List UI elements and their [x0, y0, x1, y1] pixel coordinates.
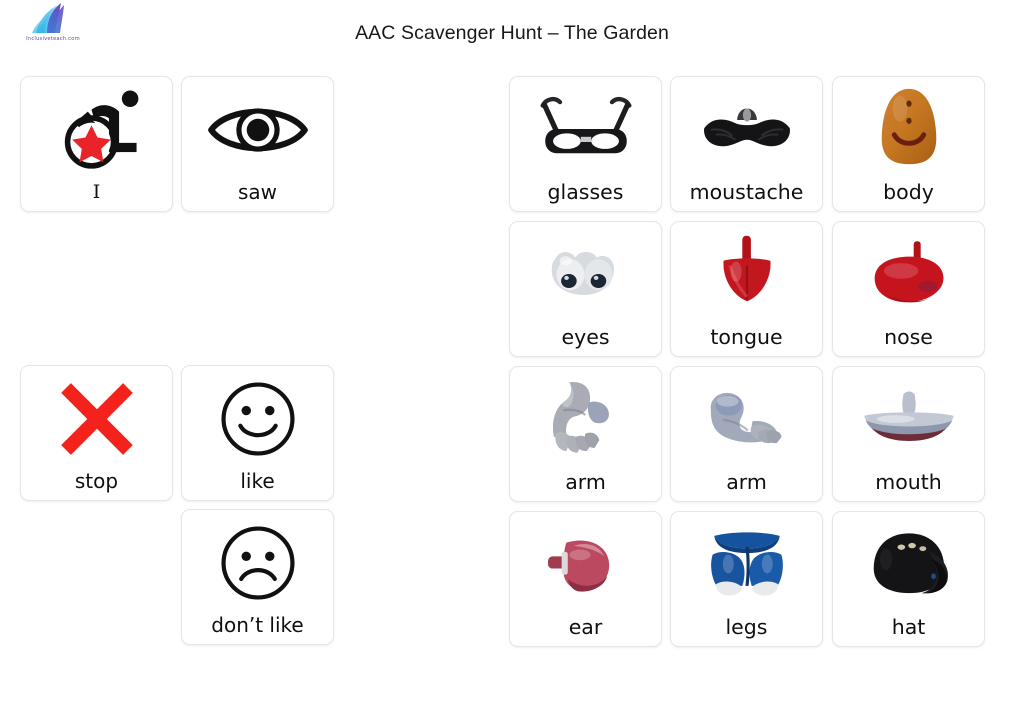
symbol-card-label: saw [237, 180, 278, 204]
object-card-label: mouth [875, 469, 942, 494]
object-card-label: legs [725, 614, 768, 639]
hat-photo [833, 512, 984, 617]
object-card-label: moustache [689, 179, 804, 204]
smiley-sad-face-icon [182, 510, 333, 615]
legs-photo [671, 512, 822, 617]
ear-photo [510, 512, 661, 617]
object-card-arm-1[interactable]: arm [509, 366, 662, 502]
object-card-hat[interactable]: hat [832, 511, 985, 647]
red-cross-x-icon [21, 366, 172, 471]
moustache-photo [671, 77, 822, 182]
object-card-label: arm [565, 469, 606, 494]
symbol-card-label: I [92, 181, 101, 203]
object-card-ear[interactable]: ear [509, 511, 662, 647]
object-card-label: body [883, 179, 934, 204]
symbol-card-i[interactable]: I [20, 76, 173, 212]
object-card-label: ear [568, 614, 603, 639]
symbol-card-stop[interactable]: stop [20, 365, 173, 501]
glasses-photo [510, 77, 661, 182]
object-card-label: eyes [561, 324, 610, 349]
arm-left-photo [510, 367, 661, 472]
symbol-card-saw[interactable]: saw [181, 76, 334, 212]
mouth-photo [833, 367, 984, 472]
symbol-card-dont-like[interactable]: don’t like [181, 509, 334, 645]
object-card-label: arm [726, 469, 767, 494]
object-card-mouth[interactable]: mouth [832, 366, 985, 502]
object-card-label: glasses [547, 179, 624, 204]
tongue-photo [671, 222, 822, 327]
object-card-label: nose [884, 324, 933, 349]
eyes-photo [510, 222, 661, 327]
smiley-happy-face-icon [182, 366, 333, 471]
object-card-body[interactable]: body [832, 76, 985, 212]
page-title: AAC Scavenger Hunt – The Garden [355, 22, 669, 44]
object-card-tongue[interactable]: tongue [670, 221, 823, 357]
object-card-label: hat [891, 614, 926, 639]
eye-icon [182, 77, 333, 182]
object-card-eyes[interactable]: eyes [509, 221, 662, 357]
object-card-legs[interactable]: legs [670, 511, 823, 647]
symbol-card-label: stop [74, 469, 119, 493]
object-card-nose[interactable]: nose [832, 221, 985, 357]
object-card-glasses[interactable]: glasses [509, 76, 662, 212]
object-card-arm-2[interactable]: arm [670, 366, 823, 502]
symbol-card-label: like [240, 469, 275, 493]
object-card-label: tongue [710, 324, 783, 349]
object-card-moustache[interactable]: moustache [670, 76, 823, 212]
arm-right-photo [671, 367, 822, 472]
symbol-card-like[interactable]: like [181, 365, 334, 501]
wheelchair-user-star-icon [21, 77, 172, 183]
symbol-card-label: don’t like [211, 613, 304, 637]
body-photo [833, 77, 984, 182]
nose-photo [833, 222, 984, 327]
